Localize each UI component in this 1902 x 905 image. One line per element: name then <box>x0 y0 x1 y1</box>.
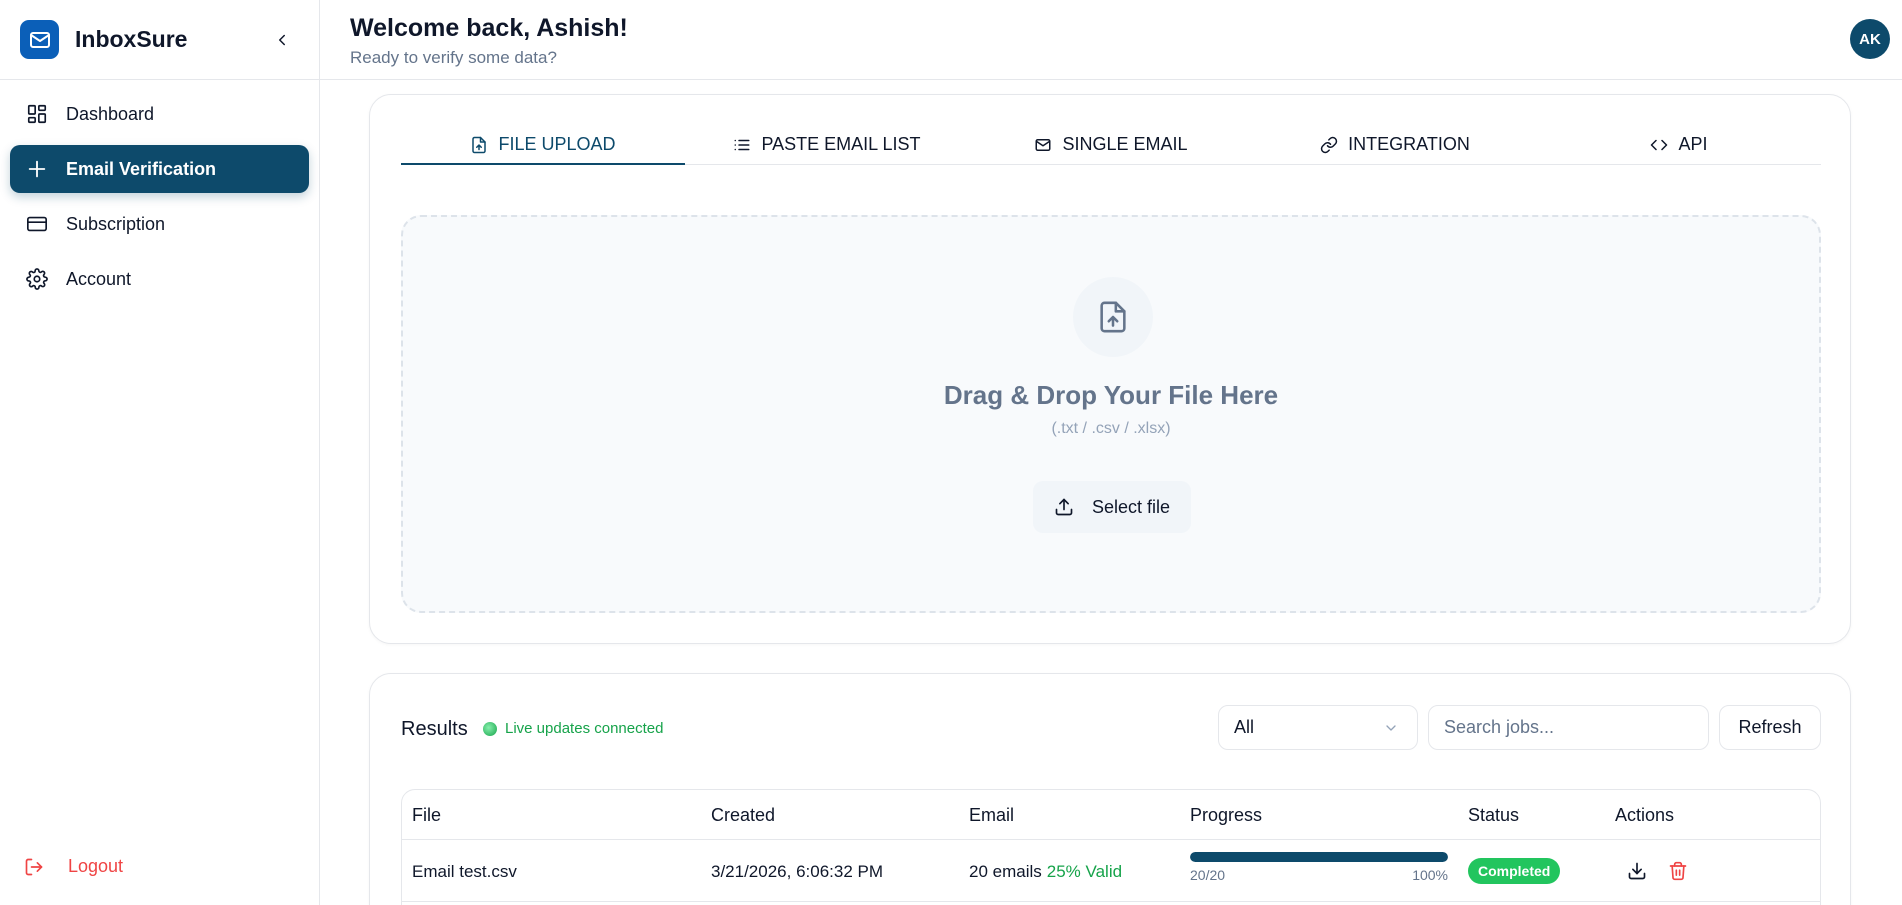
upload-icon <box>1054 497 1074 517</box>
tab-api[interactable]: API <box>1537 125 1821 164</box>
dropzone-title: Drag & Drop Your File Here <box>943 380 1279 410</box>
sidebar-item-account[interactable]: Account <box>10 255 309 303</box>
select-file-button[interactable]: Select file <box>1033 481 1191 533</box>
tab-label: SINGLE EMAIL <box>1062 134 1188 154</box>
gear-icon <box>26 268 48 290</box>
tab-label: PASTE EMAIL LIST <box>761 134 921 154</box>
download-button[interactable] <box>1625 859 1649 883</box>
sidebar-item-dashboard[interactable]: Dashboard <box>10 90 309 138</box>
progress-bar-track <box>1190 852 1448 862</box>
row-created: 3/21/2026, 6:06:32 PM <box>711 862 884 881</box>
row-progress: 20/20 100% <box>1190 852 1448 883</box>
chevron-left-icon <box>279 34 285 46</box>
file-upload-icon <box>1073 277 1153 357</box>
column-header-email: Email <box>969 805 1015 825</box>
column-header-status: Status <box>1468 805 1520 825</box>
status-filter-select[interactable]: All <box>1218 705 1418 750</box>
list-icon <box>733 136 751 154</box>
column-header-created: Created <box>711 805 776 825</box>
tab-paste-email-list[interactable]: PASTE EMAIL LIST <box>685 125 969 164</box>
sidebar-item-label: Dashboard <box>66 103 155 124</box>
row-email-count: 20 emails <box>969 862 1042 881</box>
table-header: File Created Email Progress Status Actio… <box>402 790 1820 840</box>
download-icon <box>1628 862 1646 880</box>
progress-count: 20/20 <box>1190 867 1226 883</box>
logout-icon <box>24 857 44 877</box>
status-badge: Completed <box>1468 858 1561 884</box>
progress-meta: 20/20 100% <box>1190 867 1448 883</box>
select-file-label: Select file <box>1091 496 1171 517</box>
results-card: Results Live updates connected All Refre… <box>369 673 1851 905</box>
code-icon <box>1650 136 1668 154</box>
tab-label: INTEGRATION <box>1348 134 1470 154</box>
column-header-actions: Actions <box>1615 805 1675 825</box>
file-dropzone[interactable]: Drag & Drop Your File Here (.txt / .csv … <box>401 215 1821 613</box>
results-title: Results <box>401 718 468 740</box>
tab-label: API <box>1678 134 1708 154</box>
tab-integration[interactable]: INTEGRATION <box>1253 125 1537 164</box>
table-row[interactable]: Email test.csv 3/21/2026, 6:06:32 PM 20 … <box>402 840 1820 902</box>
trash-icon <box>1669 861 1687 881</box>
tab-label: FILE UPLOAD <box>498 134 616 154</box>
plus-icon <box>26 158 48 180</box>
logout-label: Logout <box>68 856 124 876</box>
sidebar-item-label: Subscription <box>66 213 166 234</box>
verification-card: FILE UPLOAD PASTE EMAIL LIST SINGLE EMAI… <box>369 94 1851 644</box>
live-status: Live updates connected <box>483 720 663 737</box>
column-header-file: File <box>412 805 442 825</box>
verification-tabs: FILE UPLOAD PASTE EMAIL LIST SINGLE EMAI… <box>401 125 1821 165</box>
sidebar-item-email-verification[interactable]: Email Verification <box>10 145 309 193</box>
column-header-progress: Progress <box>1190 805 1263 825</box>
delete-button[interactable] <box>1666 859 1690 883</box>
progress-bar-fill <box>1190 852 1448 862</box>
avatar[interactable]: AK <box>1850 19 1890 59</box>
dashboard-grid-icon <box>26 103 48 125</box>
logout-button[interactable]: Logout <box>24 856 123 877</box>
mail-icon <box>1034 136 1052 154</box>
sidebar-item-subscription[interactable]: Subscription <box>10 200 309 248</box>
sidebar: InboxSure Dashboard Email Verification S… <box>0 0 320 905</box>
page-subtitle: Ready to verify some data? <box>350 48 557 67</box>
tab-single-email[interactable]: SINGLE EMAIL <box>969 125 1253 164</box>
brand-name: InboxSure <box>75 26 188 52</box>
chevron-down-icon <box>1383 720 1399 736</box>
sidebar-nav: Dashboard Email Verification Subscriptio… <box>0 80 319 303</box>
file-upload-icon <box>470 136 488 154</box>
dropzone-file-types: (.txt / .csv / .xlsx) <box>1051 420 1171 437</box>
refresh-button[interactable]: Refresh <box>1719 705 1821 750</box>
tab-file-upload[interactable]: FILE UPLOAD <box>401 125 685 165</box>
mail-logo-icon <box>20 20 59 59</box>
credit-card-icon <box>26 213 48 235</box>
live-status-text: Live updates connected <box>505 720 664 737</box>
page-title: Welcome back, Ashish! <box>350 14 628 42</box>
sidebar-item-label: Email Verification <box>66 158 217 179</box>
collapse-sidebar-button[interactable] <box>268 26 296 54</box>
brand: InboxSure <box>0 0 319 80</box>
progress-percent: 100% <box>1412 867 1448 883</box>
sidebar-item-label: Account <box>66 268 132 289</box>
search-jobs-input[interactable] <box>1428 705 1709 750</box>
link-icon <box>1320 136 1338 154</box>
row-valid-rate: 25% Valid <box>1046 862 1123 881</box>
row-email-summary: 20 emails 25% Valid <box>969 862 1122 882</box>
row-file-name: Email test.csv <box>412 862 517 881</box>
top-header: Welcome back, Ashish! Ready to verify so… <box>320 0 1902 80</box>
status-filter-value: All <box>1234 717 1255 737</box>
live-status-dot-icon <box>483 721 497 736</box>
results-table: File Created Email Progress Status Actio… <box>401 789 1821 905</box>
